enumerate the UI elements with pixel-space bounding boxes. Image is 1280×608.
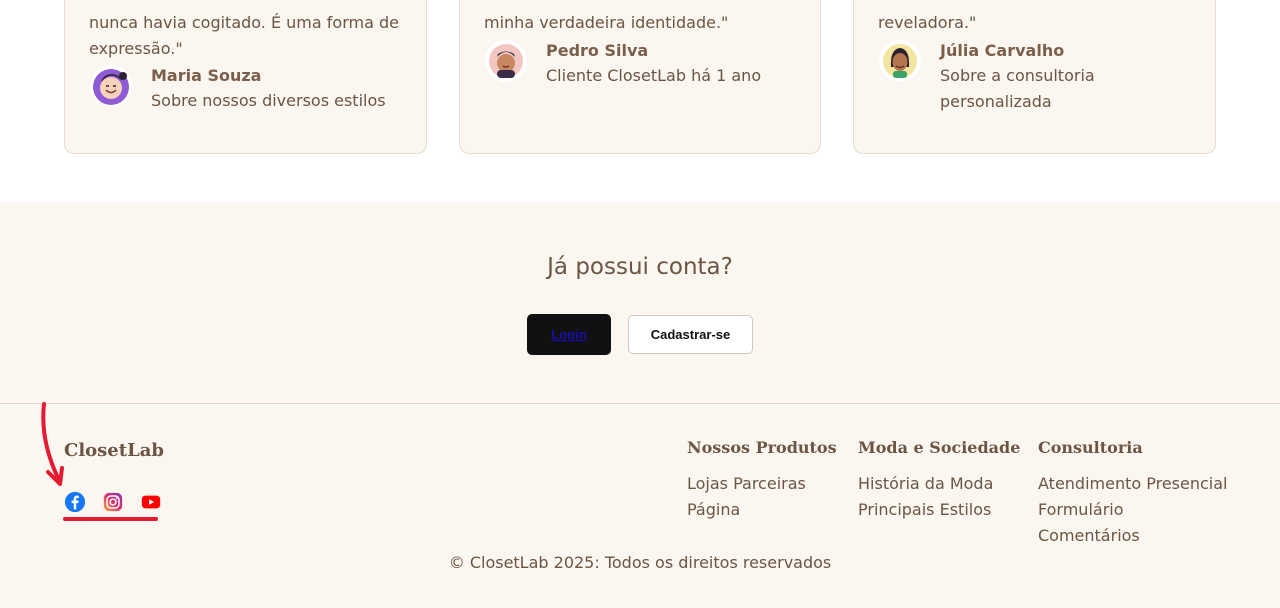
quote-line: nunca havia cogitado. É uma forma de [89, 13, 399, 32]
testimonial-quote: nunca havia cogitado. É uma forma de exp… [89, 10, 409, 62]
quote-line: reveladora." [878, 13, 977, 32]
author-subtitle: personalizada [940, 92, 1052, 111]
avatar-purple-icon [90, 65, 132, 107]
copyright-text: © ClosetLab 2025: Todos os direitos rese… [448, 553, 832, 572]
quote-line: minha verdadeira identidade." [484, 13, 729, 32]
footer-column-title: Moda e Sociedade [858, 438, 1021, 457]
footer-link[interactable]: Lojas Parceiras [687, 471, 837, 497]
testimonial-author: Maria Souza Sobre nossos diversos estilo… [89, 64, 386, 114]
author-name: Pedro Silva [546, 41, 649, 60]
testimonial-card: minha verdadeira identidade." Pedro Silv… [459, 0, 821, 154]
youtube-icon[interactable] [140, 491, 162, 513]
footer-link[interactable]: Formulário [1038, 497, 1228, 523]
annotation-underline [63, 517, 158, 521]
account-section: Já possui conta? Login Cadastrar-se [0, 202, 1280, 404]
quote-line: expressão." [89, 39, 183, 58]
facebook-icon[interactable] [64, 491, 86, 513]
testimonial-author: Pedro Silva Cliente ClosetLab há 1 ano [484, 39, 761, 89]
author-subtitle: Cliente ClosetLab há 1 ano [546, 66, 762, 85]
footer-column-products: Nossos Produtos Lojas Parceiras Página [687, 438, 837, 523]
author-name: Maria Souza [151, 66, 262, 85]
footer-column-consulting: Consultoria Atendimento Presencial Formu… [1038, 438, 1228, 549]
footer-column-title: Nossos Produtos [687, 438, 837, 457]
footer: ClosetLab Nossos Produtos Lojas Parceira… [0, 404, 1280, 608]
social-links [64, 491, 162, 513]
signup-button[interactable]: Cadastrar-se [628, 315, 753, 354]
account-title: Já possui conta? [547, 254, 733, 280]
testimonial-card: nunca havia cogitado. É uma forma de exp… [64, 0, 427, 154]
author-subtitle: Sobre a consultoria [940, 66, 1095, 85]
footer-link[interactable]: Página [687, 497, 837, 523]
author-name: Júlia Carvalho [940, 41, 1065, 60]
footer-link[interactable]: Atendimento Presencial [1038, 471, 1228, 497]
testimonials-section: nunca havia cogitado. É uma forma de exp… [0, 0, 1280, 202]
footer-brand: ClosetLab [64, 440, 164, 461]
footer-link[interactable]: Comentários [1038, 523, 1228, 549]
testimonial-quote: reveladora." [878, 10, 1198, 36]
testimonial-author: Júlia Carvalho Sobre a consultoria perso… [878, 39, 1095, 115]
login-button[interactable]: Login [527, 314, 611, 355]
footer-link[interactable]: Principais Estilos [858, 497, 1020, 523]
author-subtitle: Sobre nossos diversos estilos [151, 91, 386, 110]
footer-column-fashion: Moda e Sociedade História da Moda Princi… [858, 438, 1020, 523]
avatar-pink-icon [485, 40, 527, 82]
annotation-arrow-icon [41, 402, 64, 486]
footer-column-title: Consultoria [1038, 438, 1143, 457]
instagram-icon[interactable] [102, 491, 124, 513]
testimonial-quote: minha verdadeira identidade." [484, 10, 804, 36]
testimonial-card: reveladora." Júlia Carvalho Sobre a cons… [853, 0, 1216, 154]
avatar-yellow-icon [879, 40, 921, 82]
footer-link[interactable]: História da Moda [858, 471, 1020, 497]
